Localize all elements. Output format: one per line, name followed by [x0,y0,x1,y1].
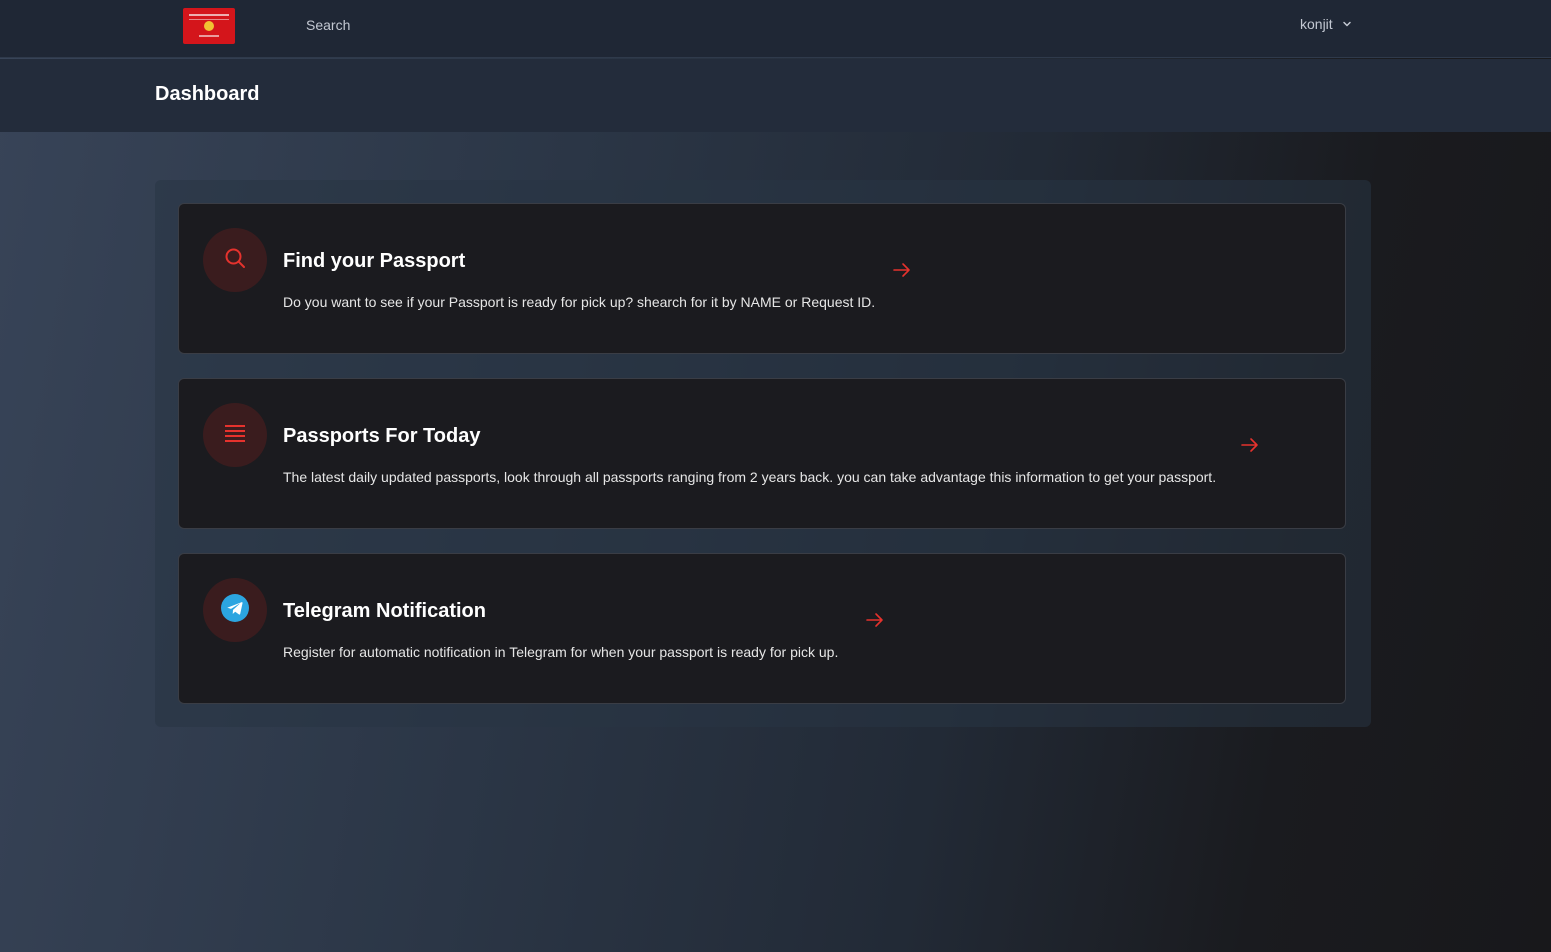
card-telegram-notification[interactable]: Telegram Notification Register for autom… [178,553,1346,704]
nav-link-search[interactable]: Search [306,17,350,33]
list-icon [224,424,246,447]
user-menu[interactable]: konjit [1300,16,1352,32]
page-title: Dashboard [155,83,260,105]
arrow-right-icon[interactable] [892,262,912,278]
card-description: Register for automatic notification in T… [283,644,839,660]
arrow-right-icon[interactable] [865,612,885,628]
card-find-passport[interactable]: Find your Passport Do you want to see if… [178,203,1346,354]
card-icon-container [203,403,267,467]
search-icon [224,247,246,274]
card-title: Telegram Notification [283,600,486,622]
telegram-icon [221,593,249,627]
user-name: konjit [1300,16,1333,32]
page-header: Dashboard [0,59,1551,132]
card-icon-container [203,228,267,292]
logo-stripe [199,35,219,37]
card-description: Do you want to see if your Passport is r… [283,294,876,310]
dashboard-panel: Find your Passport Do you want to see if… [155,180,1371,727]
logo-stripe [189,14,229,16]
card-passports-today[interactable]: Passports For Today The latest daily upd… [178,378,1346,529]
card-icon-container [203,578,267,642]
logo-seal [204,21,214,31]
card-title: Find your Passport [283,250,466,272]
passport-logo[interactable] [183,8,235,44]
arrow-right-icon[interactable] [1240,437,1260,453]
card-description: The latest daily updated passports, look… [283,469,1217,485]
chevron-down-icon [1342,19,1352,29]
card-title: Passports For Today [283,425,481,447]
logo-stripe [189,19,229,20]
top-navbar: Search konjit [0,0,1551,58]
